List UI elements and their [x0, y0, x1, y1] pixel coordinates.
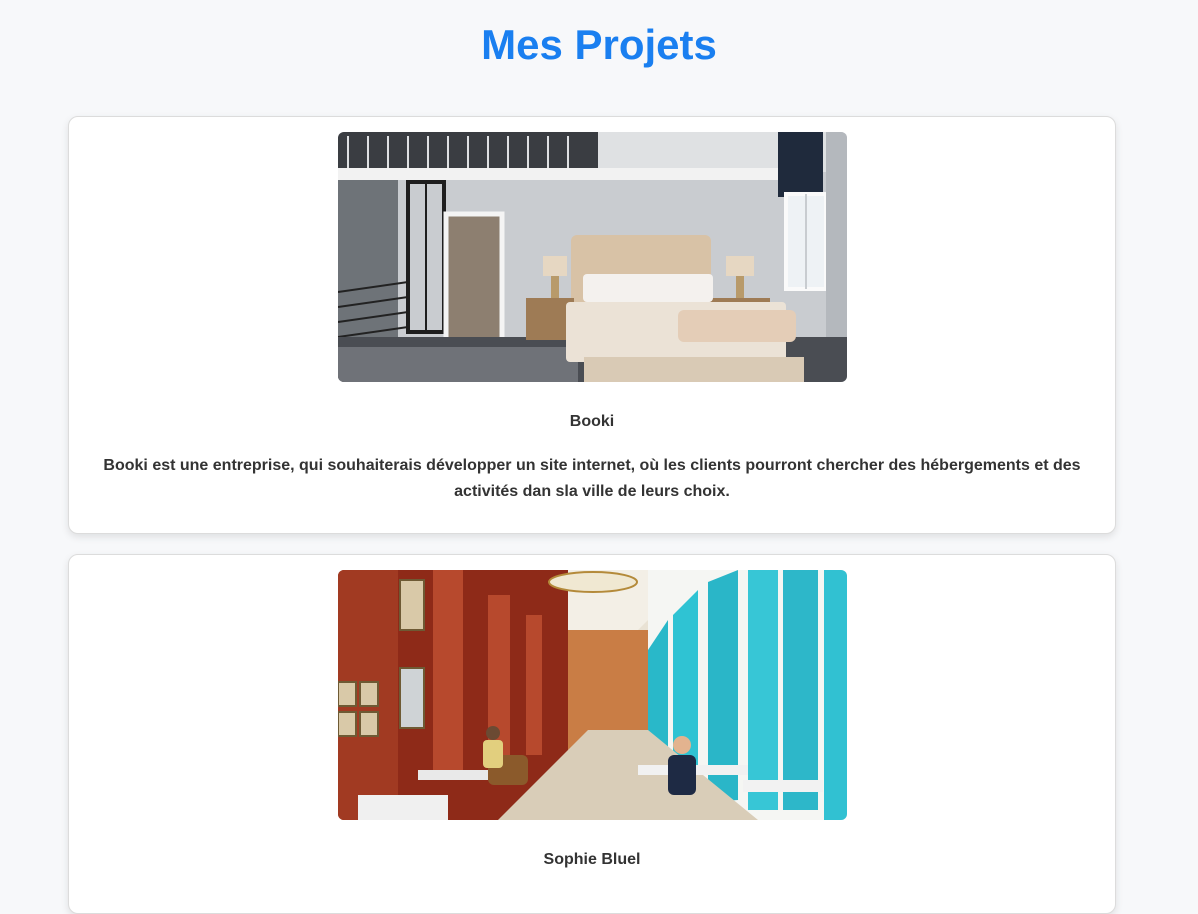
project-description: Booki est une entreprise, qui souhaitera… — [103, 457, 1081, 500]
project-image-sophie-bluel — [338, 570, 847, 820]
project-title: Sophie Bluel — [543, 851, 641, 868]
project-card-booki: Booki Booki est une entreprise, qui souh… — [68, 116, 1116, 534]
page-title: Mes Projets — [481, 21, 717, 68]
project-title: Booki — [569, 413, 615, 430]
project-card-sophie-bluel: Sophie Bluel — [68, 554, 1116, 914]
project-image-booki — [338, 132, 847, 382]
